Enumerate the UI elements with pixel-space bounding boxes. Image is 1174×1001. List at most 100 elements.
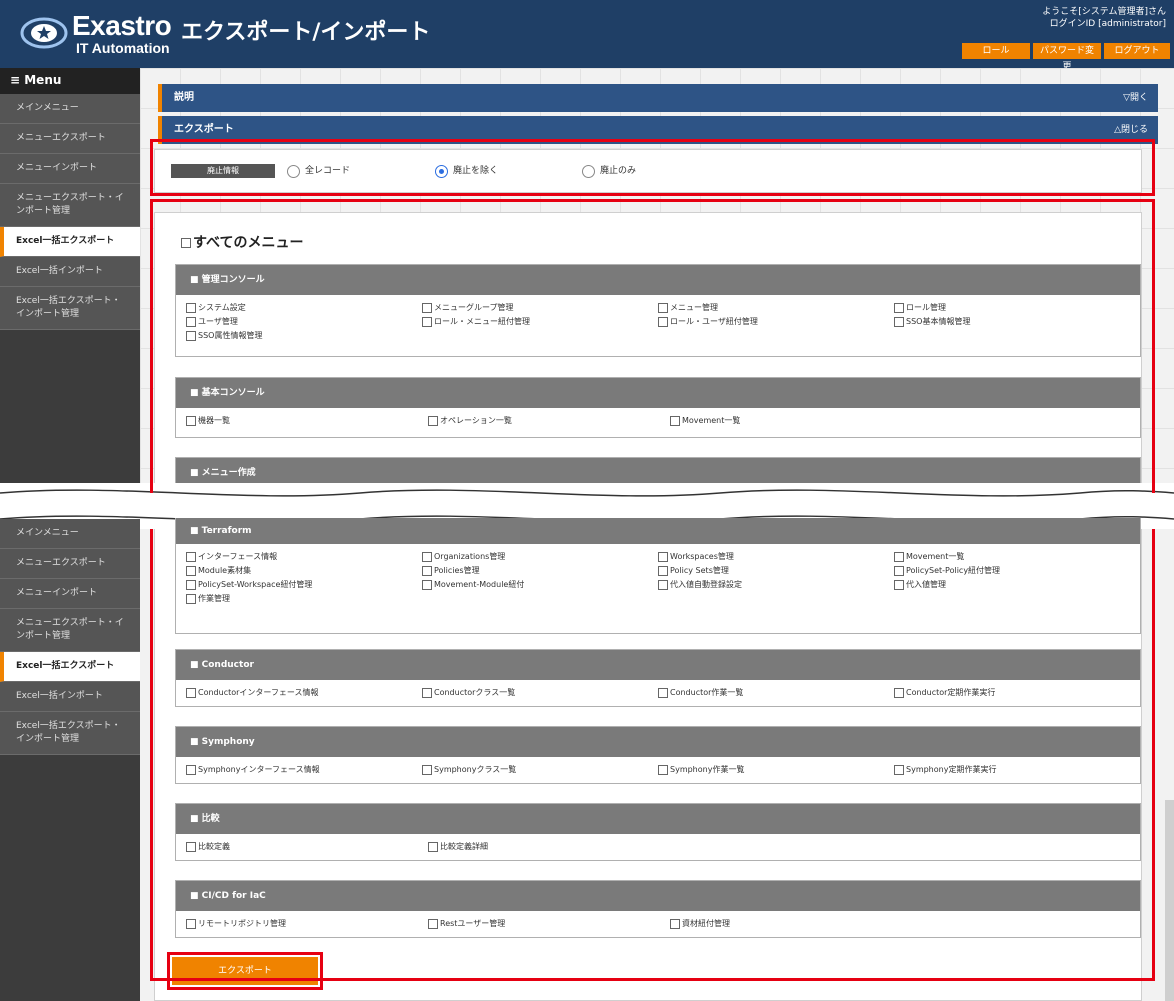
sidebar-item-menu-export-import-management[interactable]: メニューエクスポート・インポート管理 [0, 184, 140, 227]
checkbox[interactable] [186, 593, 196, 604]
menu-checkbox-comparison-definition[interactable]: 比較定義 [186, 840, 428, 853]
menu-checkbox-system-settings[interactable]: システム設定 [186, 301, 422, 314]
menu-checkbox-sso-basic-info[interactable]: SSO基本情報管理 [894, 315, 1130, 328]
menu-checkbox-policy-sets[interactable]: Policy Sets管理 [658, 564, 894, 577]
checkbox[interactable] [186, 551, 196, 562]
checkbox[interactable] [422, 764, 432, 775]
menu-checkbox-role-management[interactable]: ロール管理 [894, 301, 1130, 314]
sidebar-item-menu-export-import-management[interactable]: メニューエクスポート・インポート管理 [0, 609, 140, 652]
menu-checkbox-menu-management[interactable]: メニュー管理 [658, 301, 894, 314]
sidebar-item-excel-bulk-export[interactable]: Excel一括エクスポート [0, 652, 140, 682]
sidebar-item-excel-bulk-export[interactable]: Excel一括エクスポート [0, 227, 140, 257]
checkbox[interactable] [422, 579, 432, 590]
menu-checkbox-workspaces[interactable]: Workspaces管理 [658, 550, 894, 563]
export-toggle[interactable]: △閉じる [1114, 116, 1148, 144]
menu-checkbox-conductor-job-list[interactable]: Conductor作業一覧 [658, 686, 894, 699]
checkbox[interactable] [186, 330, 196, 341]
change-password-button[interactable]: パスワード変更 [1033, 43, 1101, 72]
description-bar[interactable]: 説明 ▽開く [158, 84, 1158, 112]
menu-checkbox-role-user-link[interactable]: ロール・ユーザ紐付管理 [658, 315, 894, 328]
description-toggle[interactable]: ▽開く [1123, 84, 1148, 112]
checkbox[interactable] [658, 764, 668, 775]
export-bar[interactable]: エクスポート △閉じる [158, 116, 1158, 144]
menu-checkbox-movement-module-link[interactable]: Movement-Module紐付 [422, 578, 658, 591]
checkbox[interactable] [658, 565, 668, 576]
exastro-logo[interactable]: Exastro IT Automation [20, 8, 172, 58]
menu-checkbox-material-link-management[interactable]: 資材紐付管理 [670, 917, 912, 930]
menu-checkbox-organizations[interactable]: Organizations管理 [422, 550, 658, 563]
checkbox[interactable] [894, 764, 904, 775]
checkbox[interactable] [670, 918, 680, 929]
checkbox[interactable] [428, 415, 438, 426]
checkbox[interactable] [894, 302, 904, 313]
sidebar-menu-header[interactable]: ≡ Menu [0, 68, 140, 94]
menu-checkbox-movement-list-tf[interactable]: Movement一覧 [894, 550, 1130, 563]
menu-checkbox-user-management[interactable]: ユーザ管理 [186, 315, 422, 328]
menu-checkbox-rest-user-management[interactable]: Restユーザー管理 [428, 917, 670, 930]
menu-checkbox-menu-group-management[interactable]: メニューグループ管理 [422, 301, 658, 314]
menu-checkbox-substitution-auto-registration[interactable]: 代入値自動登録設定 [658, 578, 894, 591]
sidebar-item-excel-bulk-export-import-management[interactable]: Excel一括エクスポート・インポート管理 [0, 712, 140, 755]
all-menus-checkbox-row[interactable]: すべてのメニュー [181, 234, 303, 252]
checkbox[interactable] [186, 918, 196, 929]
sidebar-item-menu-import[interactable]: メニューインポート [0, 154, 140, 184]
menu-checkbox-device-list[interactable]: 機器一覧 [186, 414, 428, 427]
checkbox[interactable] [422, 302, 432, 313]
menu-checkbox-substitution-value-management[interactable]: 代入値管理 [894, 578, 1130, 591]
checkbox[interactable] [658, 302, 668, 313]
checkbox[interactable] [894, 579, 904, 590]
sidebar-item-menu-export[interactable]: メニューエクスポート [0, 124, 140, 154]
checkbox[interactable] [670, 415, 680, 426]
menu-checkbox-interface-info[interactable]: インターフェース情報 [186, 550, 422, 563]
menu-checkbox-sso-attribute-info[interactable]: SSO属性情報管理 [186, 329, 428, 342]
checkbox[interactable] [658, 579, 668, 590]
menu-checkbox-remote-repository[interactable]: リモートリポジトリ管理 [186, 917, 428, 930]
all-menus-checkbox[interactable] [181, 238, 191, 248]
checkbox[interactable] [422, 551, 432, 562]
radio-abolished-only-button[interactable] [582, 164, 595, 178]
checkbox[interactable] [894, 551, 904, 562]
checkbox[interactable] [658, 316, 668, 327]
menu-checkbox-module-materials[interactable]: Module素材集 [186, 564, 422, 577]
checkbox[interactable] [186, 687, 196, 698]
menu-checkbox-policyset-workspace-link[interactable]: PolicySet-Workspace紐付管理 [186, 578, 422, 591]
checkbox[interactable] [186, 302, 196, 313]
checkbox[interactable] [894, 687, 904, 698]
radio-exclude-abolished[interactable]: 廃止を除く [435, 164, 498, 178]
radio-abolished-only[interactable]: 廃止のみ [582, 164, 636, 178]
checkbox[interactable] [422, 687, 432, 698]
sidebar-item-main-menu[interactable]: メインメニュー [0, 94, 140, 124]
menu-checkbox-symphony-scheduled-job[interactable]: Symphony定期作業実行 [894, 763, 1130, 776]
menu-checkbox-operation-list[interactable]: オペレーション一覧 [428, 414, 670, 427]
radio-exclude-abolished-button[interactable] [435, 164, 448, 178]
logout-button[interactable]: ログアウト [1104, 43, 1170, 59]
sidebar-item-excel-bulk-import[interactable]: Excel一括インポート [0, 682, 140, 712]
sidebar-item-menu-import[interactable]: メニューインポート [0, 579, 140, 609]
checkbox[interactable] [186, 415, 196, 426]
role-button[interactable]: ロール [962, 43, 1030, 59]
checkbox[interactable] [186, 764, 196, 775]
menu-checkbox-conductor-interface[interactable]: Conductorインターフェース情報 [186, 686, 422, 699]
checkbox[interactable] [894, 565, 904, 576]
menu-checkbox-symphony-interface[interactable]: Symphonyインターフェース情報 [186, 763, 422, 776]
sidebar-item-main-menu[interactable]: メインメニュー [0, 519, 140, 549]
checkbox[interactable] [428, 918, 438, 929]
sidebar-item-excel-bulk-import[interactable]: Excel一括インポート [0, 257, 140, 287]
sidebar-item-excel-bulk-export-import-management[interactable]: Excel一括エクスポート・インポート管理 [0, 287, 140, 330]
checkbox[interactable] [186, 841, 196, 852]
export-button[interactable]: エクスポート [172, 957, 318, 985]
checkbox[interactable] [658, 687, 668, 698]
checkbox[interactable] [658, 551, 668, 562]
menu-checkbox-conductor-scheduled-job[interactable]: Conductor定期作業実行 [894, 686, 1130, 699]
checkbox[interactable] [422, 565, 432, 576]
sidebar-item-menu-export[interactable]: メニューエクスポート [0, 549, 140, 579]
menu-checkbox-conductor-class-list[interactable]: Conductorクラス一覧 [422, 686, 658, 699]
scrollbar[interactable] [1165, 800, 1174, 1001]
menu-checkbox-symphony-class-list[interactable]: Symphonyクラス一覧 [422, 763, 658, 776]
checkbox[interactable] [186, 565, 196, 576]
radio-all-records-button[interactable] [287, 164, 300, 178]
checkbox[interactable] [422, 316, 432, 327]
checkbox[interactable] [186, 579, 196, 590]
checkbox[interactable] [428, 841, 438, 852]
menu-checkbox-comparison-definition-detail[interactable]: 比較定義詳細 [428, 840, 670, 853]
